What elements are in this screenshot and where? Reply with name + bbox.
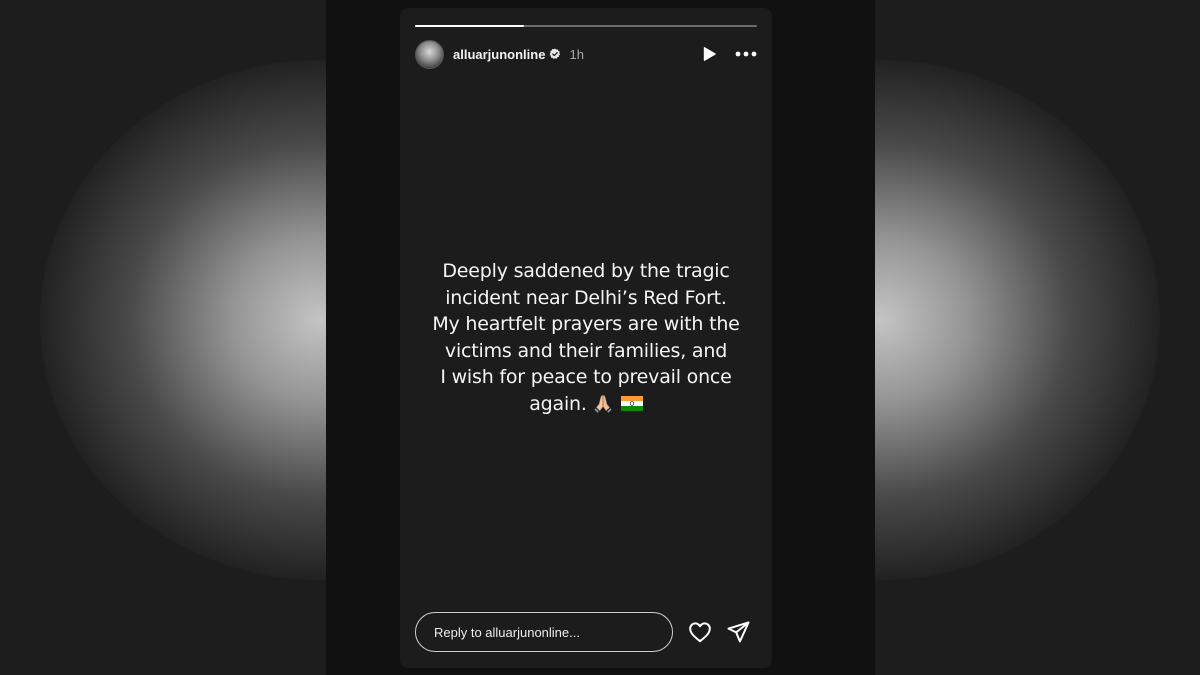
footer-actions	[688, 621, 750, 643]
story-progress-bar	[415, 25, 757, 27]
play-button[interactable]	[701, 46, 717, 62]
like-button[interactable]	[688, 621, 712, 643]
caption-line: incident near Delhi’s Red Fort.	[445, 286, 727, 309]
username[interactable]: alluarjunonline	[453, 47, 545, 62]
header-actions	[701, 46, 757, 62]
heart-icon	[689, 622, 711, 643]
story-card[interactable]: alluarjunonline 1h Deeply saddened by th…	[400, 8, 772, 668]
story-caption: Deeply saddened by the tragic incident n…	[400, 258, 772, 417]
caption-line: I wish for peace to prevail once	[440, 366, 732, 388]
send-icon	[727, 621, 750, 643]
india-flag-icon	[620, 395, 643, 411]
post-time: 1h	[569, 46, 584, 62]
blurred-preview-right[interactable]	[875, 0, 1200, 675]
blurred-glow-right	[875, 60, 1160, 580]
more-options-button[interactable]	[735, 51, 757, 57]
blurred-glow-left	[40, 60, 326, 580]
caption-line: Deeply saddened by the tragic	[442, 260, 730, 282]
more-options-icon	[735, 51, 757, 57]
avatar[interactable]	[415, 39, 444, 69]
share-button[interactable]	[727, 621, 750, 643]
caption-last-line: again.	[400, 391, 772, 418]
folded-hands-icon	[594, 394, 612, 413]
viewport: alluarjunonline 1h Deeply saddened by th…	[0, 0, 1200, 675]
story-footer	[415, 611, 757, 653]
caption-line: My heartfelt prayers are with the	[432, 313, 740, 335]
caption-line: victims and their families, and	[444, 339, 728, 362]
reply-input[interactable]	[415, 612, 673, 652]
blurred-preview-left[interactable]	[0, 0, 326, 675]
story-progress-fill	[415, 25, 525, 27]
story-header: alluarjunonline 1h	[415, 39, 757, 69]
caption-line: again.	[529, 392, 587, 415]
verified-badge-icon	[550, 48, 561, 59]
play-icon	[703, 47, 716, 61]
